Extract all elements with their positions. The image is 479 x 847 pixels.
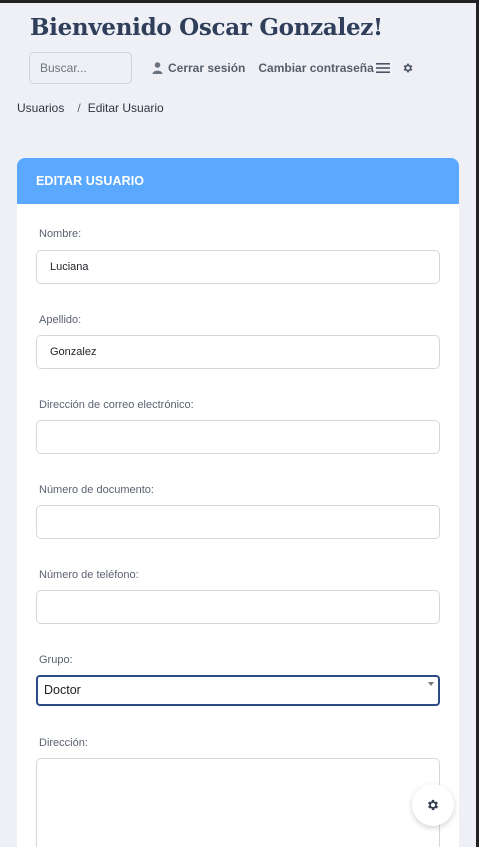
breadcrumb: Usuarios / Editar Usuario bbox=[17, 101, 164, 115]
direccion-textarea[interactable] bbox=[36, 758, 440, 847]
user-icon bbox=[152, 62, 163, 74]
change-password-label: Cambiar contraseña bbox=[258, 61, 374, 75]
gear-icon bbox=[427, 799, 439, 811]
welcome-title: Bienvenido Oscar Gonzalez! bbox=[30, 14, 383, 41]
breadcrumb-separator: / bbox=[77, 101, 81, 115]
settings-fab-button[interactable] bbox=[412, 784, 454, 826]
telefono-label: Número de teléfono: bbox=[39, 569, 139, 581]
documento-input[interactable] bbox=[36, 505, 440, 539]
email-input[interactable] bbox=[36, 420, 440, 454]
apellido-label: Apellido: bbox=[39, 314, 82, 326]
apellido-input[interactable] bbox=[36, 335, 440, 369]
email-label: Dirección de correo electrónico: bbox=[39, 399, 194, 411]
chevron-down-icon bbox=[428, 682, 434, 686]
documento-label: Número de documento: bbox=[39, 484, 154, 496]
breadcrumb-item-usuarios[interactable]: Usuarios bbox=[17, 101, 64, 115]
grupo-selected-value: Doctor bbox=[44, 683, 81, 697]
grupo-select[interactable]: Doctor bbox=[36, 675, 440, 706]
menu-icon[interactable] bbox=[376, 62, 390, 74]
window-top-edge bbox=[0, 0, 479, 3]
card-header-title: EDITAR USUARIO bbox=[17, 158, 459, 204]
grupo-label: Grupo: bbox=[39, 654, 73, 666]
direccion-label: Dirección: bbox=[39, 737, 88, 749]
nombre-label: Nombre: bbox=[39, 228, 82, 240]
gear-icon[interactable] bbox=[402, 62, 414, 74]
telefono-input[interactable] bbox=[36, 590, 440, 624]
logout-link[interactable]: Cerrar sesión bbox=[152, 61, 245, 75]
nombre-input[interactable] bbox=[36, 250, 440, 284]
header-links: Cerrar sesión Cambiar contraseña bbox=[152, 60, 374, 76]
logout-label: Cerrar sesión bbox=[168, 61, 246, 75]
change-password-link[interactable]: Cambiar contraseña bbox=[258, 61, 373, 75]
breadcrumb-item-editar-usuario: Editar Usuario bbox=[87, 101, 164, 115]
edit-user-card: EDITAR USUARIO Nombre: Apellido: Direcci… bbox=[17, 158, 459, 847]
search-input[interactable] bbox=[29, 52, 132, 84]
